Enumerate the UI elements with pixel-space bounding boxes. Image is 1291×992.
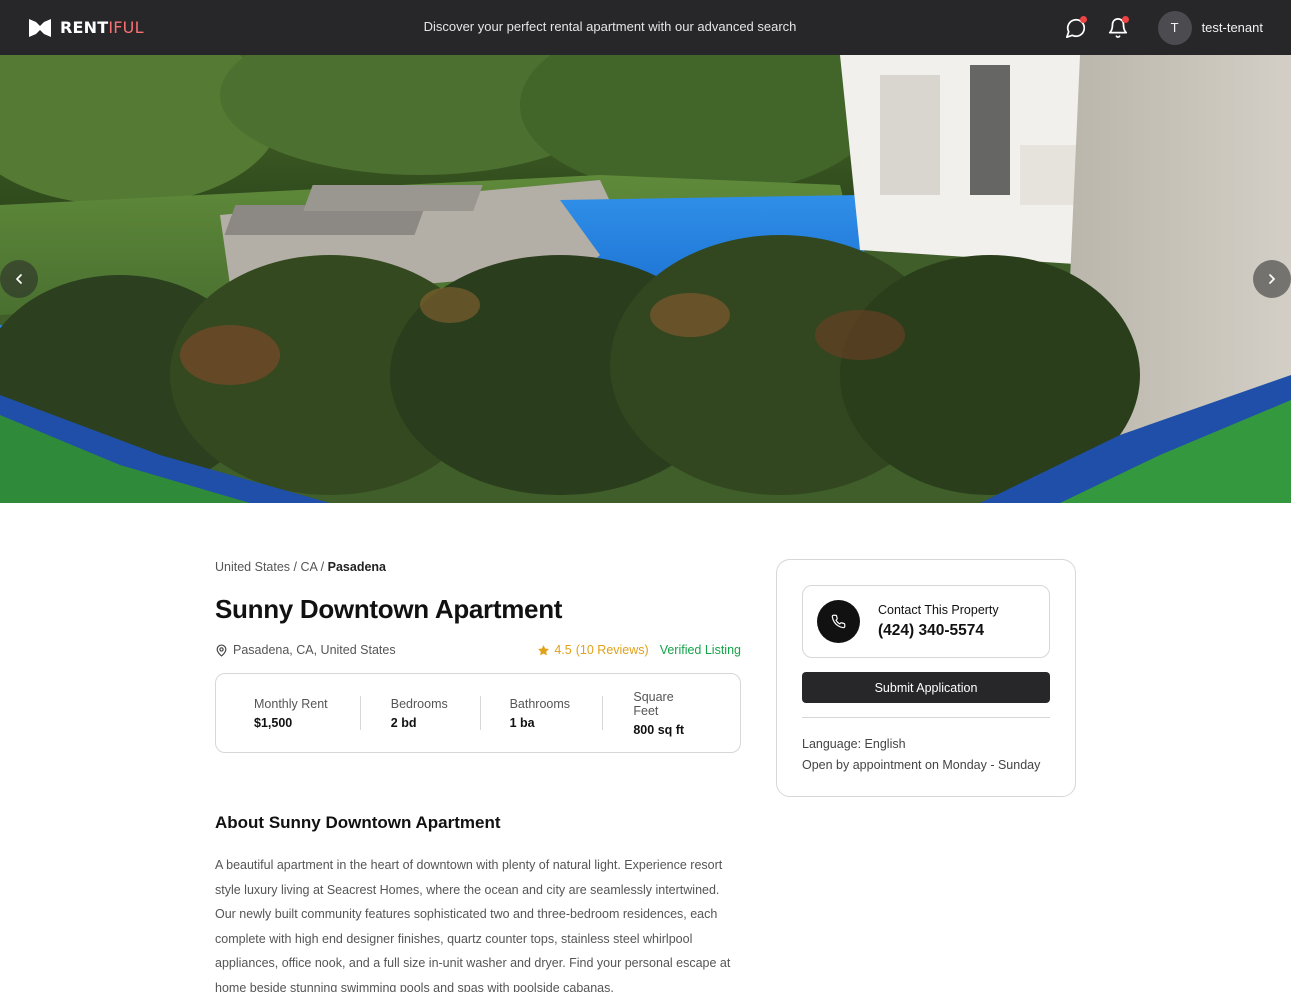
stat-monthly-rent: Monthly Rent $1,500 <box>254 697 360 730</box>
submit-application-button[interactable]: Submit Application <box>802 672 1050 703</box>
property-stats: Monthly Rent $1,500 Bedrooms 2 bd Bathro… <box>215 673 741 753</box>
carousel-prev-button[interactable] <box>0 260 38 298</box>
brand-logo[interactable]: RENTIFUL <box>28 18 144 38</box>
divider <box>802 717 1050 718</box>
breadcrumb-city: Pasadena <box>327 560 387 574</box>
breadcrumb-state[interactable]: CA <box>301 560 318 574</box>
language-info: Language: English <box>802 737 906 751</box>
username[interactable]: test-tenant <box>1202 20 1263 35</box>
stat-label: Square Feet <box>633 689 674 718</box>
stat-value: $1,500 <box>254 715 293 730</box>
top-navbar: RENTIFUL Discover your perfect rental ap… <box>0 0 1291 55</box>
phone-icon <box>831 614 846 629</box>
messages-button[interactable] <box>1064 15 1088 40</box>
carousel-next-button[interactable] <box>1253 260 1291 298</box>
contact-phone-box[interactable]: Contact This Property (424) 340-5574 <box>802 585 1050 658</box>
contact-card: Contact This Property (424) 340-5574 Sub… <box>776 559 1076 797</box>
nav-actions: T test-tenant <box>1064 0 1263 55</box>
stat-value: 1 ba <box>509 715 535 730</box>
stat-label: Bedrooms <box>390 696 448 711</box>
contact-label: Contact This Property <box>878 603 999 617</box>
messages-badge <box>1079 15 1087 23</box>
logo-icon <box>29 18 51 37</box>
hours-info: Open by appointment on Monday - Sunday <box>802 758 1041 772</box>
breadcrumb-separator: / <box>293 560 298 574</box>
breadcrumb-country[interactable]: United States <box>215 560 290 574</box>
rating-value: 4.5 <box>554 643 572 657</box>
nav-tagline: Discover your perfect rental apartment w… <box>423 19 797 34</box>
stat-square-feet: Square Feet 800 sq ft <box>603 690 702 737</box>
listing-badges: 4.5 (10 Reviews) Verified Listing <box>537 643 741 657</box>
review-count: (10 Reviews) <box>575 643 649 657</box>
breadcrumb-separator: / <box>320 560 325 574</box>
chevron-right-icon <box>1269 274 1275 284</box>
stat-bathrooms: Bathrooms 1 ba <box>481 697 603 730</box>
chevron-left-icon <box>16 274 22 284</box>
stat-label: Monthly Rent <box>254 696 328 711</box>
star-icon <box>538 644 550 655</box>
map-pin-icon <box>216 643 227 657</box>
avatar[interactable]: T <box>1157 10 1192 45</box>
breadcrumb: United States / CA / Pasadena <box>215 560 741 574</box>
stat-label: Bathrooms <box>509 696 571 711</box>
stat-value: 800 sq ft <box>633 722 685 737</box>
phone-number[interactable]: (424) 340-5574 <box>878 622 999 640</box>
location-text: Pasadena, CA, United States <box>233 643 396 657</box>
listing-details: United States / CA / Pasadena Sunny Down… <box>215 560 741 992</box>
brand-name: RENTIFUL <box>60 18 144 37</box>
phone-icon-circle <box>817 600 860 643</box>
listing-meta: Pasadena, CA, United States 4.5 (10 Revi… <box>215 643 741 657</box>
stat-value: 2 bd <box>390 715 417 730</box>
property-photo <box>0 55 1291 503</box>
verified-badge: Verified Listing <box>659 643 741 657</box>
about-description: A beautiful apartment in the heart of do… <box>215 858 731 992</box>
contact-phone-text: Contact This Property (424) 340-5574 <box>878 603 999 640</box>
about-heading: About Sunny Downtown Apartment <box>215 813 501 832</box>
contact-info: Language: English Open by appointment on… <box>802 734 1050 776</box>
notifications-button[interactable] <box>1106 15 1130 40</box>
location: Pasadena, CA, United States <box>215 643 396 657</box>
stat-bedrooms: Bedrooms 2 bd <box>361 697 480 730</box>
page-title: Sunny Downtown Apartment <box>215 594 563 624</box>
property-photo-carousel <box>0 55 1291 503</box>
rating[interactable]: 4.5 (10 Reviews) <box>537 643 649 657</box>
notifications-badge <box>1121 15 1129 23</box>
